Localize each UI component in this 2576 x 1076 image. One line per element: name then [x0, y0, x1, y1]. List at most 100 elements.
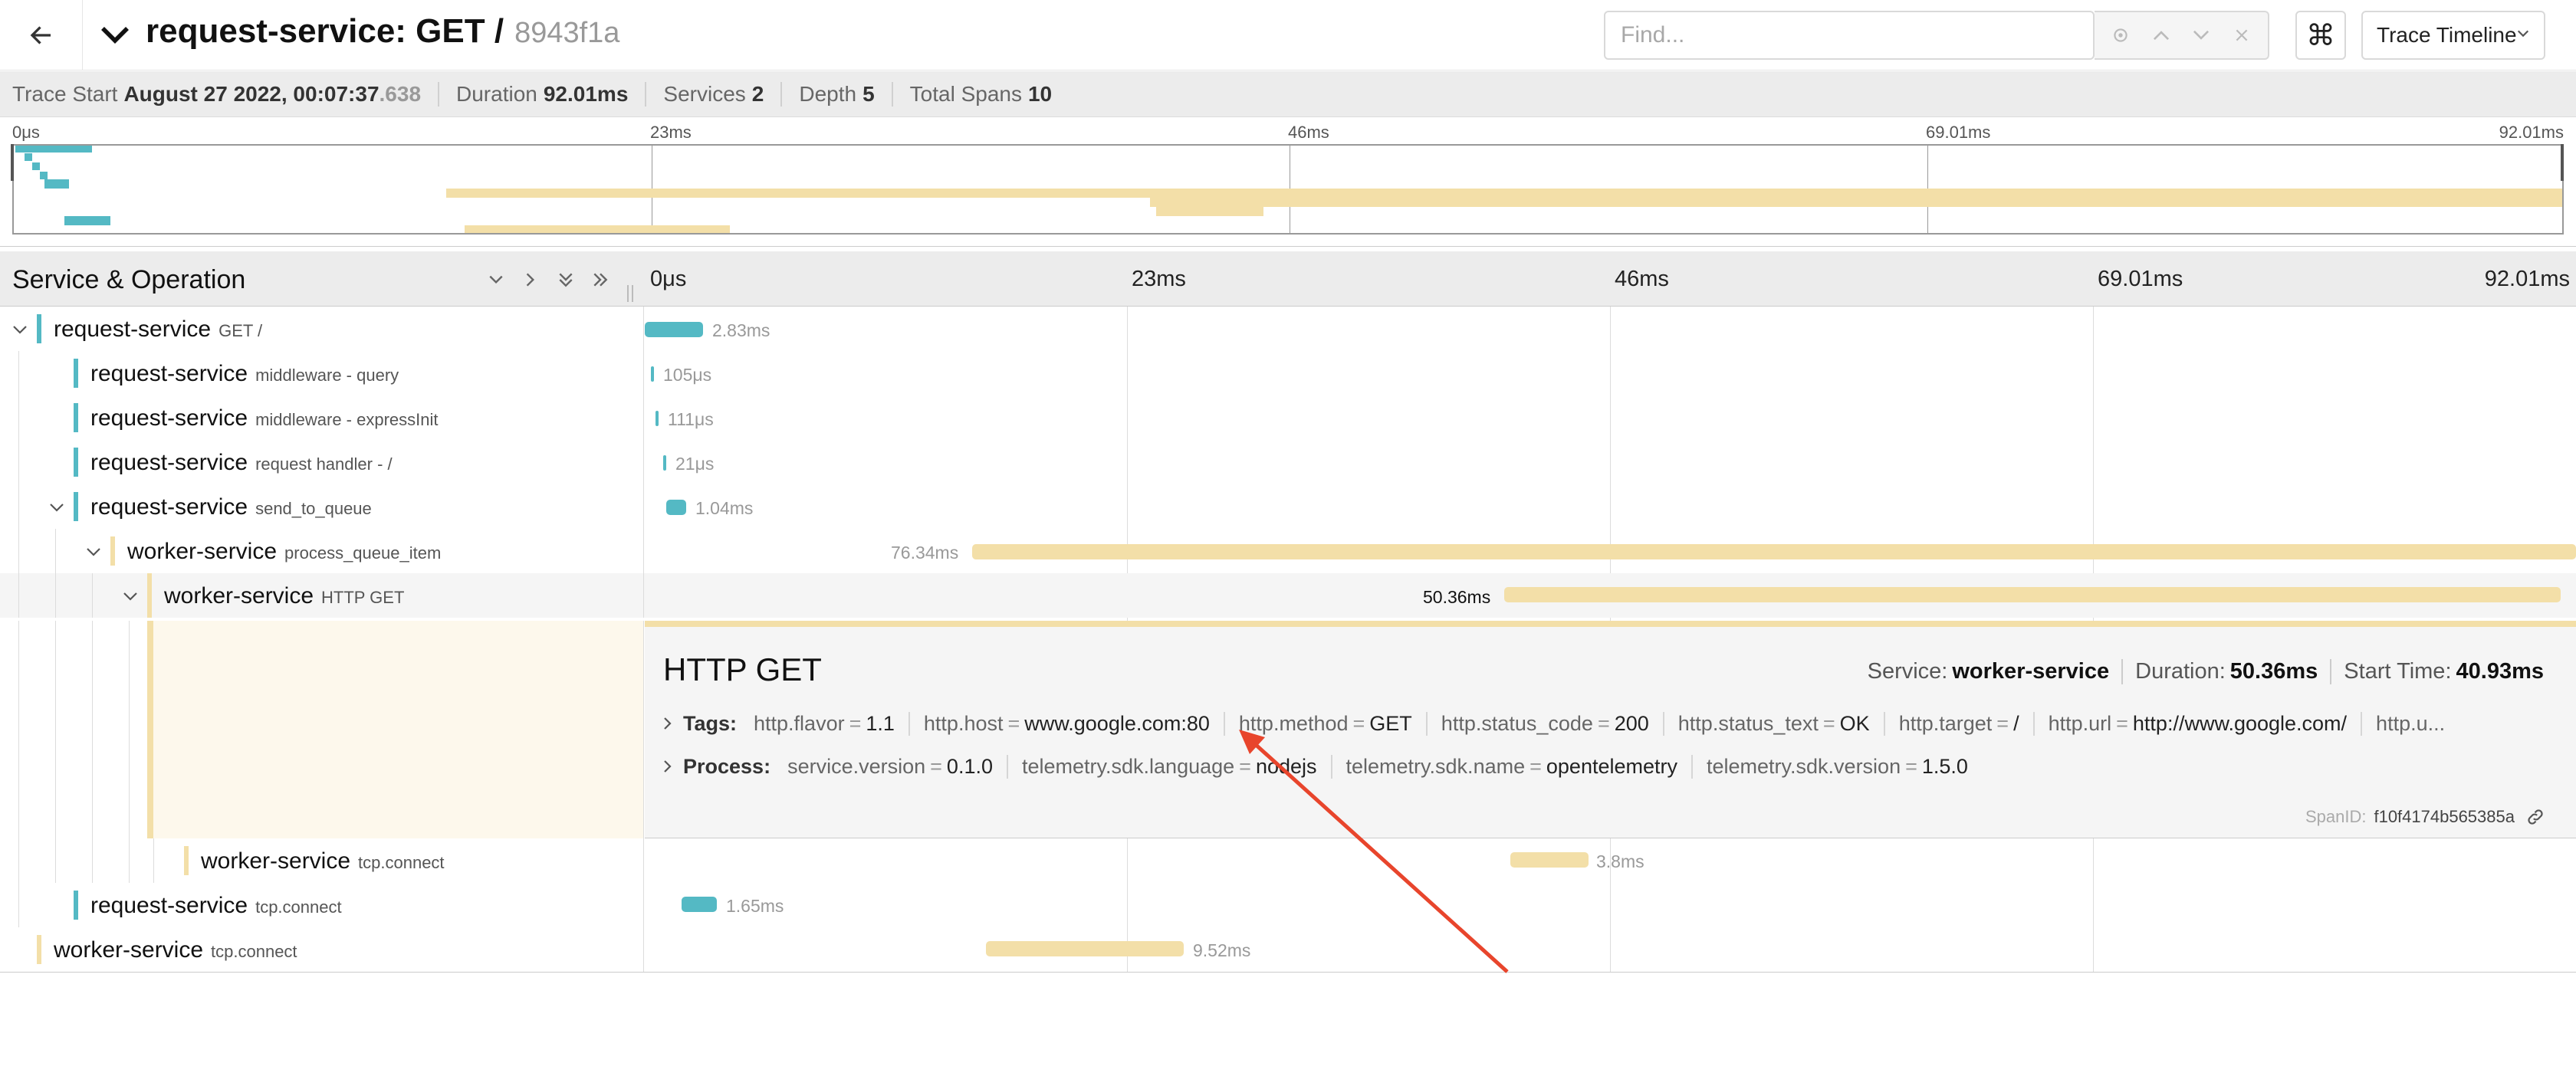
- service-color-bar: [147, 573, 152, 618]
- minimap-tick: 92.01ms: [2499, 123, 2564, 142]
- trace-total-spans: Total Spans 10: [909, 81, 1053, 106]
- chevron-right-icon[interactable]: [663, 716, 672, 731]
- collapse-all-icon[interactable]: [553, 268, 579, 291]
- minimap-span: [446, 189, 2562, 198]
- arrow-left-icon: [30, 26, 51, 44]
- locate-icon[interactable]: [2105, 20, 2136, 51]
- chevron-down-icon[interactable]: [46, 497, 67, 518]
- span-name-cell[interactable]: request-service GET /: [0, 307, 644, 351]
- span-label: worker-service tcp.connect: [54, 937, 297, 963]
- chevron-down-icon[interactable]: [98, 21, 132, 49]
- span-name-cell[interactable]: request-service send_to_queue: [0, 484, 644, 529]
- span-name-cell[interactable]: worker-service HTTP GET: [0, 573, 644, 618]
- chevron-down-icon[interactable]: [2186, 20, 2216, 51]
- timeline-tick: 92.01ms: [2484, 267, 2570, 291]
- span-bar[interactable]: [656, 411, 659, 426]
- span-row[interactable]: request-service middleware - query 105μs: [0, 351, 2576, 395]
- tag-item: http.status_text = OK: [1662, 711, 1884, 736]
- span-duration: 21μs: [675, 454, 715, 474]
- minimap-tick: 23ms: [650, 123, 692, 142]
- detail-duration: Duration: 50.36ms: [2121, 659, 2330, 684]
- timeline-tick: 23ms: [1132, 267, 1186, 291]
- trace-start: Trace Start August 27 2022, 00:07:37.638: [12, 81, 440, 107]
- process-section[interactable]: Process: service.version = 0.1.0 telemetry…: [663, 751, 1982, 782]
- span-bar[interactable]: [663, 455, 666, 471]
- find-input[interactable]: [1605, 12, 2096, 58]
- service-color-bar: [184, 846, 189, 875]
- span-name-cell[interactable]: request-service tcp.connect: [0, 883, 644, 927]
- minimap-handle-left[interactable]: [11, 144, 14, 181]
- span-row[interactable]: worker-service process_queue_item 76.34ms: [0, 529, 2576, 573]
- span-bar[interactable]: [1510, 852, 1589, 868]
- minimap-span: [25, 153, 32, 161]
- span-label: request-service middleware - query: [90, 361, 399, 386]
- service-color-bar: [37, 314, 41, 343]
- trace-depth: Depth 5: [799, 81, 893, 107]
- find-tools: [2095, 11, 2269, 60]
- trace-summary: Trace Start August 27 2022, 00:07:37.638 …: [0, 71, 2576, 117]
- span-row[interactable]: request-service middleware - expressInit …: [0, 395, 2576, 440]
- service-operation-title: Service & Operation: [12, 265, 246, 294]
- span-bar[interactable]: [972, 544, 2576, 559]
- minimap-span: [64, 216, 110, 225]
- span-detail-title: HTTP GET: [663, 651, 822, 687]
- minimap-span: [465, 225, 730, 233]
- span-duration: 2.83ms: [712, 320, 770, 340]
- span-row[interactable]: worker-service tcp.connect 9.52ms: [0, 927, 2576, 972]
- close-icon[interactable]: [2226, 20, 2257, 51]
- keyboard-shortcuts-button[interactable]: ⌘: [2295, 11, 2346, 60]
- expand-all-icon[interactable]: [587, 268, 613, 291]
- tag-item: http.url = http://www.google.com/: [2032, 711, 2361, 736]
- service-color-bar: [37, 935, 41, 964]
- expand-one-icon[interactable]: [518, 268, 544, 291]
- tags-section[interactable]: Tags: http.flavor = 1.1 http.host = www.goog…: [663, 708, 2459, 739]
- trace-duration: Duration 92.01ms: [456, 81, 647, 107]
- collapse-one-icon[interactable]: [483, 268, 509, 291]
- process-item: telemetry.sdk.name = opentelemetry: [1330, 754, 1691, 779]
- span-row[interactable]: request-service tcp.connect 1.65ms: [0, 883, 2576, 927]
- tag-item: http.flavor = 1.1: [754, 711, 895, 735]
- tag-item: http.method = GET: [1223, 711, 1426, 736]
- trace-minimap[interactable]: 0μs 23ms 46ms 69.01ms 92.01ms: [0, 118, 2576, 247]
- span-name-cell[interactable]: request-service middleware - expressInit: [0, 395, 644, 440]
- chevron-down-icon[interactable]: [83, 541, 104, 563]
- span-bar[interactable]: [1504, 587, 2561, 602]
- span-name-cell[interactable]: worker-service process_queue_item: [0, 529, 644, 573]
- span-row[interactable]: request-service GET / 2.83ms: [0, 307, 2576, 351]
- span-name-cell[interactable]: worker-service tcp.connect: [0, 927, 644, 972]
- minimap-canvas: [12, 144, 2564, 235]
- span-name-cell[interactable]: request-service middleware - query: [0, 351, 644, 395]
- span-row[interactable]: request-service send_to_queue 1.04ms: [0, 484, 2576, 529]
- chevron-right-icon[interactable]: [663, 759, 672, 774]
- span-bar[interactable]: [666, 500, 686, 515]
- chevron-down-icon[interactable]: [9, 319, 31, 340]
- span-name-cell[interactable]: request-service request handler - /: [0, 440, 644, 484]
- span-duration: 3.8ms: [1596, 851, 1644, 871]
- service-color-bar: [74, 403, 78, 432]
- link-icon[interactable]: [2525, 807, 2545, 827]
- span-bar[interactable]: [651, 366, 654, 382]
- chevron-up-icon[interactable]: [2146, 20, 2177, 51]
- service-color-bar: [110, 536, 115, 566]
- minimap-span: [1150, 198, 2562, 207]
- minimap-handle-right[interactable]: [2561, 144, 2564, 181]
- view-mode-select[interactable]: Trace Timeline: [2361, 11, 2545, 60]
- service-color-bar: [74, 359, 78, 388]
- chevron-down-icon[interactable]: [120, 586, 141, 607]
- span-bar[interactable]: [645, 322, 703, 337]
- tags-label: Tags:: [683, 711, 738, 735]
- process-item: telemetry.sdk.version = 1.5.0: [1691, 754, 1982, 779]
- column-resize-handle[interactable]: [627, 285, 633, 302]
- minimap-span: [40, 172, 48, 179]
- back-button[interactable]: [0, 0, 83, 71]
- span-row-selected[interactable]: worker-service HTTP GET 50.36ms: [0, 573, 2576, 618]
- span-name-cell[interactable]: worker-service tcp.connect: [0, 838, 644, 883]
- timeline-tick: 0μs: [650, 267, 687, 291]
- span-row[interactable]: request-service request handler - / 21μs: [0, 440, 2576, 484]
- span-bar[interactable]: [986, 941, 1184, 956]
- span-bar[interactable]: [682, 897, 717, 912]
- span-row[interactable]: worker-service tcp.connect 3.8ms: [0, 838, 2576, 883]
- span-label: worker-service tcp.connect: [201, 848, 445, 874]
- span-duration: 50.36ms: [1423, 587, 1491, 607]
- span-duration: 111μs: [668, 409, 714, 429]
